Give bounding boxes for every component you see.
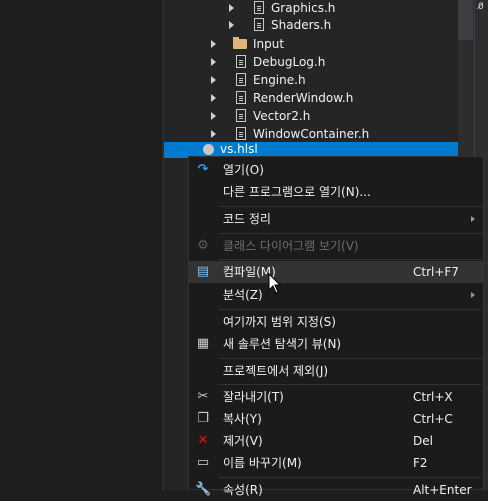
menu-item-copy[interactable]: ❐ 복사(Y) Ctrl+C [189, 408, 483, 430]
tree-item-debuglog-h[interactable]: DebugLog.h [164, 53, 458, 71]
menu-item-open-with[interactable]: 다른 프로그램으로 열기(N)... [189, 181, 483, 203]
rename-icon: ▭ [196, 455, 210, 470]
tree-item-label: WindowContainer.h [253, 127, 370, 141]
menu-item-shortcut: Ctrl+C [413, 412, 453, 426]
menu-item-cut[interactable]: ✂ 잘라내기(T) Ctrl+X [189, 386, 483, 408]
menu-item-label: 잘라내기(T) [223, 390, 284, 404]
folder-icon [233, 37, 247, 49]
tree-item-shaders-h[interactable]: Shaders.h [164, 16, 458, 34]
new-view-icon: ▦ [196, 336, 210, 351]
menu-item-shortcut: Alt+Enter [413, 483, 472, 497]
header-file-icon [254, 1, 264, 14]
expand-arrow-icon[interactable] [211, 76, 216, 84]
tree-item-label: RenderWindow.h [253, 91, 354, 105]
menu-item-exclude-from-project[interactable]: 프로젝트에서 제외(J) [189, 360, 483, 382]
menu-item-label: 새 솔루션 탐색기 뷰(N) [223, 337, 342, 351]
header-file-icon [236, 109, 246, 122]
properties-icon: 🔧 [195, 482, 212, 497]
tree-item-vector2-h[interactable]: Vector2.h [164, 107, 458, 125]
menu-item-shortcut: F2 [413, 456, 428, 470]
expand-arrow-icon[interactable] [211, 40, 216, 48]
mouse-cursor-icon [268, 273, 282, 294]
tree-item-label: Graphics.h [271, 1, 336, 15]
context-menu: ↷ 열기(O) 다른 프로그램으로 열기(N)... 코드 정리 ⚙ 클래스 다… [188, 156, 484, 497]
scrollbar-indicator: 0̸ [478, 2, 484, 12]
compile-icon: ▤ [196, 264, 210, 279]
menu-item-compile[interactable]: ▤ 컴파일(M) Ctrl+F7 [189, 261, 483, 283]
tree-item-label: Shaders.h [271, 18, 332, 32]
menu-item-label: 복사(Y) [223, 412, 262, 426]
header-file-icon [236, 91, 246, 104]
menu-item-rename[interactable]: ▭ 이름 바꾸기(M) F2 [189, 452, 483, 474]
menu-item-label: 여기까지 범위 지정(S) [223, 315, 336, 329]
menu-item-label: 다른 프로그램으로 열기(N)... [223, 185, 371, 199]
menu-separator [219, 384, 481, 385]
menu-separator [219, 233, 481, 234]
menu-separator [219, 358, 481, 359]
menu-item-shortcut: Del [413, 434, 433, 448]
menu-item-properties[interactable]: 🔧 속성(R) Alt+Enter [189, 479, 483, 501]
open-icon: ↷ [197, 162, 209, 177]
header-file-icon [236, 127, 246, 140]
submenu-arrow-icon [471, 216, 475, 222]
tree-item-renderwindow-h[interactable]: RenderWindow.h [164, 89, 458, 107]
menu-item-shortcut: Ctrl+F7 [413, 265, 459, 279]
tree-item-windowcontainer-h[interactable]: WindowContainer.h [164, 125, 458, 143]
tree-item-label: Input [253, 37, 285, 51]
shader-file-icon [203, 144, 214, 155]
menu-item-shortcut: Ctrl+X [413, 390, 453, 404]
cut-icon: ✂ [197, 389, 209, 404]
expand-arrow-icon[interactable] [211, 94, 216, 102]
menu-item-code-cleanup[interactable]: 코드 정리 [189, 208, 483, 230]
tree-item-input-folder[interactable]: Input [164, 35, 458, 53]
tree-item-engine-h[interactable]: Engine.h [164, 71, 458, 89]
menu-item-label: 이름 바꾸기(M) [223, 456, 302, 470]
delete-icon: ✕ [197, 433, 209, 448]
menu-item-label: 열기(O) [223, 163, 264, 177]
menu-item-label: 클래스 다이어그램 보기(V) [223, 239, 359, 253]
menu-separator [219, 206, 481, 207]
menu-item-label: 속성(R) [223, 483, 263, 497]
tree-item-label: Vector2.h [253, 109, 311, 123]
menu-separator [219, 259, 481, 260]
expand-arrow-icon[interactable] [229, 4, 234, 12]
scrollbar-thumb[interactable] [458, 0, 473, 40]
menu-item-label: 제거(V) [223, 434, 263, 448]
class-diagram-icon: ⚙ [197, 238, 209, 253]
header-file-icon [236, 73, 246, 86]
expand-arrow-icon[interactable] [211, 58, 216, 66]
editor-pane [0, 0, 162, 490]
menu-item-delete[interactable]: ✕ 제거(V) Del [189, 430, 483, 452]
submenu-arrow-icon [471, 292, 475, 298]
menu-item-label: 코드 정리 [223, 212, 271, 226]
menu-item-label: 분석(Z) [223, 288, 263, 302]
tree-item-label: DebugLog.h [253, 55, 326, 69]
menu-item-open[interactable]: ↷ 열기(O) [189, 159, 483, 181]
tree-item-graphics-h[interactable]: Graphics.h [164, 0, 458, 17]
header-file-icon [254, 18, 264, 31]
menu-separator [219, 309, 481, 310]
menu-separator [219, 477, 481, 478]
menu-item-new-solution-explorer-view[interactable]: ▦ 새 솔루션 탐색기 뷰(N) [189, 333, 483, 355]
menu-item-scope-to-this[interactable]: 여기까지 범위 지정(S) [189, 311, 483, 333]
expand-arrow-icon[interactable] [211, 130, 216, 138]
menu-item-label: 프로젝트에서 제외(J) [223, 364, 329, 378]
menu-item-analyze[interactable]: 분석(Z) [189, 284, 483, 306]
header-file-icon [236, 55, 246, 68]
copy-icon: ❐ [197, 411, 209, 426]
expand-arrow-icon[interactable] [211, 112, 216, 120]
tree-item-label: Engine.h [253, 73, 306, 87]
expand-arrow-icon[interactable] [229, 21, 234, 29]
menu-item-view-class-diagram[interactable]: ⚙ 클래스 다이어그램 보기(V) [189, 235, 483, 257]
